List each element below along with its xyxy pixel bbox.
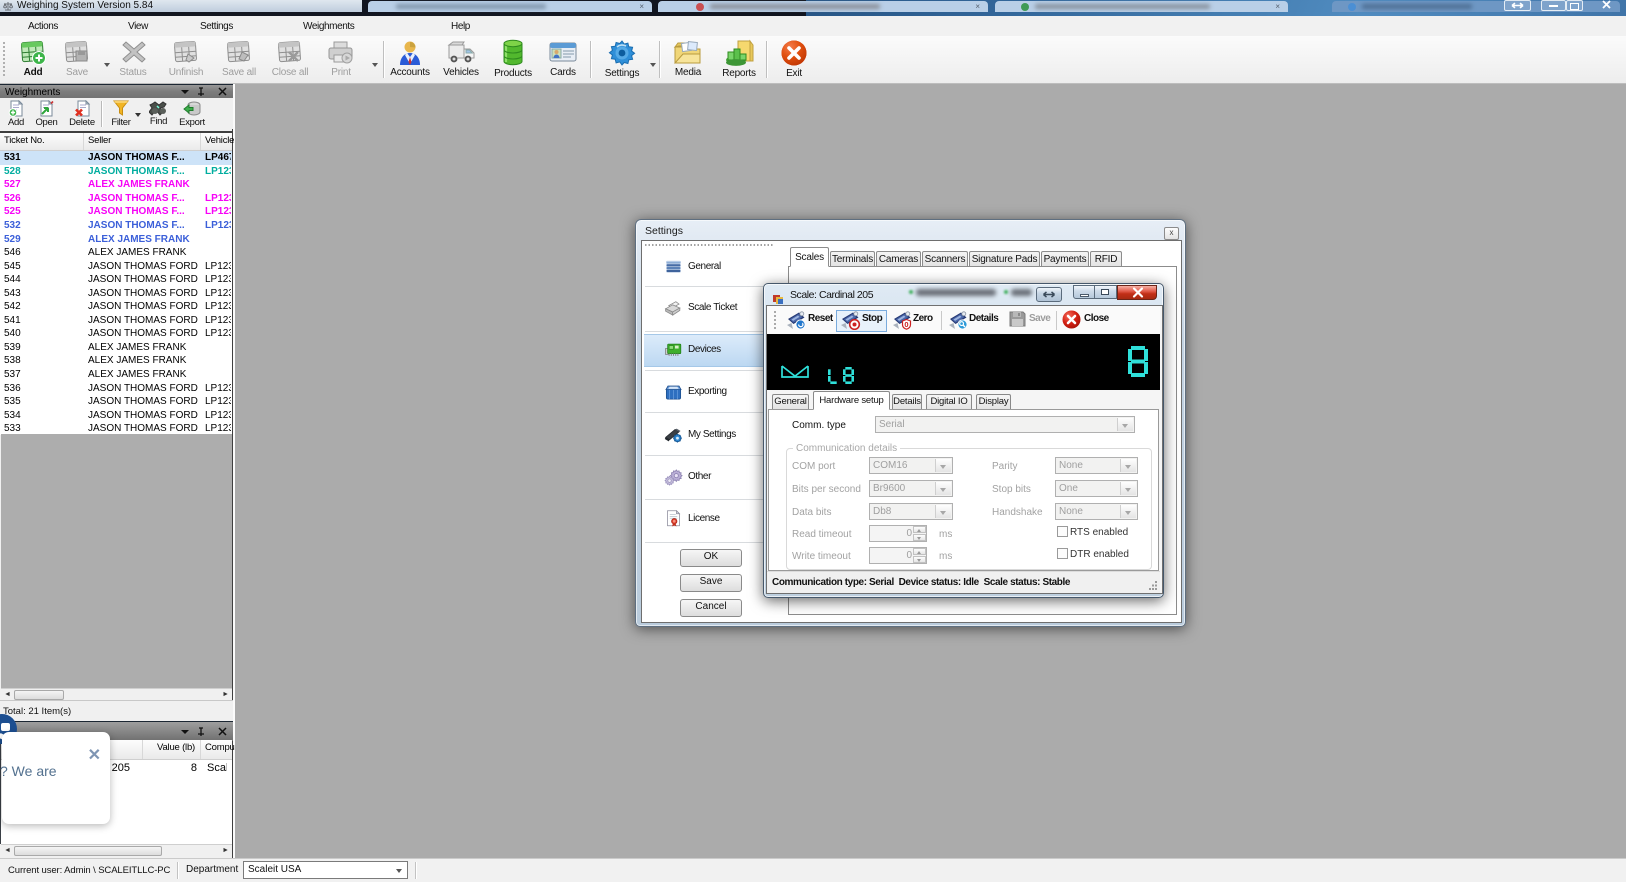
svg-text:0: 0 [904, 320, 908, 329]
